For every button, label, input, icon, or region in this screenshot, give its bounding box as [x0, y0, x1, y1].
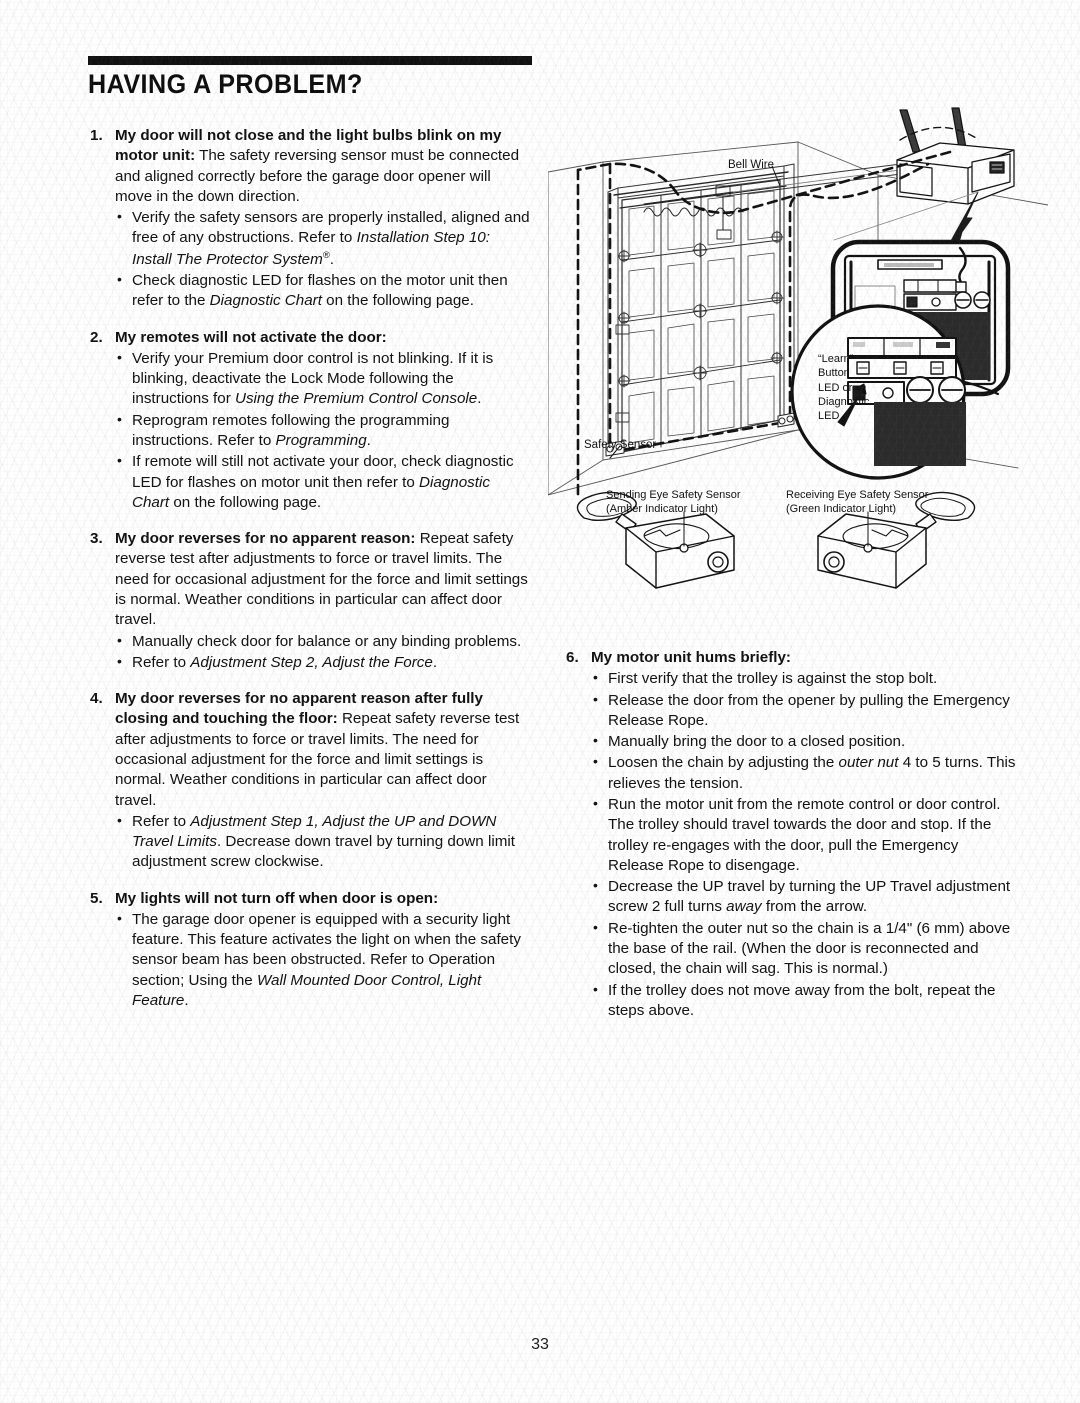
bullet-text: Refer to: [132, 812, 191, 830]
problem-number: 2.: [90, 328, 103, 346]
bullet-text-post: .: [329, 250, 334, 268]
list-item: Refer to Adjustment Step 2, Adjust the F…: [115, 652, 530, 673]
problem-number: 5.: [90, 889, 103, 907]
bullet-list: First verify that the trolley is against…: [591, 668, 1016, 1022]
list-item: Reprogram remotes following the programm…: [115, 410, 530, 452]
bullet-emphasis: Programming: [275, 432, 367, 449]
garage-door-opener-diagram: [548, 100, 1048, 630]
list-item: Loosen the chain by adjusting the outer …: [591, 752, 1016, 794]
bullet-list: Manually check door for balance or any b…: [115, 631, 530, 674]
problem-number: 6.: [566, 649, 579, 666]
problem-number: 3.: [90, 530, 103, 548]
problem-lead: My door will not close and the light bul…: [115, 126, 530, 207]
list-item: Re-tighten the outer nut so the chain is…: [591, 918, 1016, 980]
list-item: Check diagnostic LED for flashes on the …: [115, 270, 530, 312]
list-item: Verify your Premium door control is not …: [115, 348, 530, 410]
problem-item-2: 2. My remotes will not activate the door…: [90, 328, 530, 514]
learn-line-1: “Learn”: [818, 353, 854, 365]
bullet-text: Refer to: [132, 653, 191, 671]
problem-lead: My remotes will not activate the door:: [115, 328, 530, 348]
learn-line-3: LED or: [818, 381, 853, 394]
bullet-text: Release the door from the opener by pull…: [608, 691, 1010, 729]
sending-line-2: (Amber Indicator Light): [606, 502, 718, 515]
list-item: Refer to Adjustment Step 1, Adjust the U…: [115, 811, 530, 873]
problem-lead: My lights will not turn off when door is…: [115, 889, 530, 909]
list-item: If the trolley does not move away from t…: [591, 980, 1016, 1022]
bullet-emphasis: away: [726, 898, 762, 916]
problem-heading: My motor unit hums briefly:: [591, 649, 791, 666]
bullet-text-post: .: [184, 992, 189, 1010]
page-title: HAVING A PROBLEM?: [88, 69, 363, 99]
bullet-emphasis: Using the Premium Control Console: [234, 390, 478, 408]
problem-number: 1.: [90, 127, 103, 144]
problem-lead: My door reverses for no apparent reason …: [115, 689, 530, 811]
sending-line-1: Sending Eye Safety Sensor: [606, 489, 741, 501]
list-item: Manually check door for balance or any b…: [115, 631, 530, 652]
page-number: 33: [531, 1336, 549, 1353]
figure-label-safety-sensor: Safety Sensor: [584, 439, 657, 451]
problem-lead: My door reverses for no apparent reason:…: [115, 529, 530, 630]
receiving-line-1: Receiving Eye Safety Sensor: [786, 489, 929, 501]
problem-heading: My remotes will not activate the door:: [115, 328, 387, 346]
figure-label-bell-wire: Bell Wire: [728, 159, 775, 171]
learn-line-5: LED: [818, 410, 840, 423]
page-header: HAVING A PROBLEM?: [88, 56, 532, 98]
bullet-text-post: on the following page.: [321, 292, 474, 310]
document-page: HAVING A PROBLEM? 1. My door will not cl…: [0, 0, 1080, 1403]
problem-number: 4.: [90, 690, 103, 708]
list-item: If remote will still not activate your d…: [115, 451, 530, 513]
registered-mark: ®: [322, 248, 330, 260]
list-item: Decrease the UP travel by turning the UP…: [591, 876, 1016, 918]
list-item: Manually bring the door to a closed posi…: [591, 731, 1016, 752]
problem-item-5: 5. My lights will not turn off when door…: [90, 889, 530, 1012]
right-column: 6. My motor unit hums briefly: First ver…: [566, 648, 1016, 1028]
bullet-list: Refer to Adjustment Step 1, Adjust the U…: [115, 811, 530, 873]
list-item: Verify the safety sensors are properly i…: [115, 207, 530, 270]
bullet-emphasis: Diagnostic Chart: [209, 292, 322, 310]
learn-line-2: Button: [818, 367, 850, 380]
bullet-text: Manually bring the door to a closed posi…: [608, 733, 906, 751]
bullet-text-post: .: [432, 653, 438, 671]
list-item: Run the motor unit from the remote contr…: [591, 794, 1016, 876]
bullet-text: Loosen the chain by adjusting the: [608, 754, 839, 772]
bullet-emphasis: Adjustment Step 2, Adjust the Force: [190, 653, 433, 671]
list-item: First verify that the trolley is against…: [591, 668, 1016, 689]
problem-heading: My lights will not turn off when door is…: [115, 889, 439, 907]
bullet-text-post: .: [477, 390, 482, 408]
problem-item-3: 3. My door reverses for no apparent reas…: [90, 529, 530, 673]
problem-item-4: 4. My door reverses for no apparent reas…: [90, 689, 530, 873]
learn-line-4: Diagnostic: [818, 395, 870, 408]
figure-label-learn-button: “Learn” Button LED or Diagnostic LED: [818, 352, 890, 423]
list-item: Release the door from the opener by pull…: [591, 690, 1016, 732]
figure-label-sending-eye: Sending Eye Safety Sensor (Amber Indicat…: [606, 489, 741, 517]
bullet-text-post: .: [366, 432, 371, 449]
problem-heading: My door reverses for no apparent reason:: [115, 530, 416, 548]
list-item: The garage door opener is equipped with …: [115, 909, 530, 1011]
receiving-line-2: (Green Indicator Light): [786, 502, 897, 515]
problem-item-1: 1. My door will not close and the light …: [90, 126, 530, 312]
figure-label-receiving-eye: Receiving Eye Safety Sensor (Green Indic…: [786, 489, 928, 517]
left-column: 1. My door will not close and the light …: [90, 126, 530, 1018]
problem-lead: My motor unit hums briefly:: [591, 648, 1016, 668]
bullet-list: Verify the safety sensors are properly i…: [115, 207, 530, 312]
bullet-text: First verify that the trolley is against…: [608, 670, 938, 688]
problem-item-6: 6. My motor unit hums briefly: First ver…: [566, 648, 1016, 1021]
bullet-list: The garage door opener is equipped with …: [115, 909, 530, 1011]
header-rule: [88, 56, 532, 65]
bullet-text-post: from the arrow.: [761, 898, 868, 916]
bullet-list: Verify your Premium door control is not …: [115, 348, 530, 513]
bullet-emphasis: outer nut: [838, 754, 899, 772]
bullet-text-post: on the following page.: [169, 493, 322, 511]
bullet-text: Manually check door for balance or any b…: [132, 632, 522, 650]
bullet-text: Run the motor unit from the remote contr…: [608, 795, 1001, 874]
bullet-text: If the trolley does not move away from t…: [608, 981, 996, 1019]
bullet-text: Re-tighten the outer nut so the chain is…: [608, 919, 1011, 978]
